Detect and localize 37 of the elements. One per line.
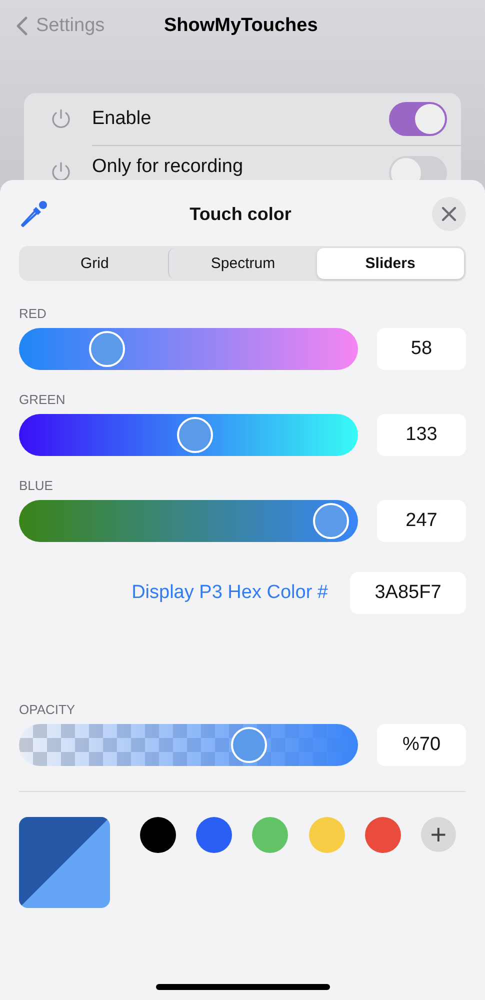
color-swatch[interactable] <box>196 817 232 853</box>
value-field[interactable]: 133 <box>377 414 466 456</box>
channel-label: BLUE <box>19 478 54 493</box>
power-icon <box>50 161 72 183</box>
opacity-label: OPACITY <box>19 702 76 717</box>
setting-label: Only for recording <box>92 156 244 178</box>
slider-track[interactable] <box>19 328 358 370</box>
color-swatch[interactable] <box>308 817 345 853</box>
segment-tab[interactable]: Grid <box>21 248 168 279</box>
color-swatch[interactable] <box>140 817 176 853</box>
slider-thumb[interactable] <box>231 727 268 763</box>
hex-label: Display P3 Hex Color # <box>132 582 328 604</box>
value-field[interactable]: %70 <box>377 724 466 766</box>
toggle-switch[interactable] <box>389 102 447 136</box>
slider-thumb[interactable] <box>176 417 213 453</box>
color-swatch[interactable] <box>252 817 288 853</box>
screen-title: ShowMyTouches <box>164 15 318 37</box>
slider-thumb[interactable] <box>88 331 125 367</box>
segment-tab[interactable]: Sliders <box>316 248 464 279</box>
slider-track[interactable] <box>19 414 358 456</box>
slider-track[interactable] <box>19 500 358 542</box>
value-field[interactable]: 247 <box>377 500 466 542</box>
hex-field[interactable]: 3A85F7 <box>350 572 466 614</box>
eyedropper-icon[interactable] <box>19 199 49 229</box>
setting-label: Enable <box>92 108 152 130</box>
channel-label: RED <box>19 306 48 321</box>
power-icon <box>50 108 72 130</box>
close-icon <box>442 207 456 221</box>
opacity-track[interactable] <box>19 724 358 766</box>
back-chevron-icon <box>16 16 28 36</box>
value-field[interactable]: 58 <box>377 328 466 370</box>
sheet-title: Touch color <box>190 204 292 224</box>
add-color-button[interactable]: + <box>420 817 456 852</box>
slider-thumb[interactable] <box>312 503 349 539</box>
close-button[interactable] <box>432 197 466 231</box>
channel-label: GREEN <box>19 392 66 407</box>
color-swatch[interactable] <box>364 817 401 853</box>
